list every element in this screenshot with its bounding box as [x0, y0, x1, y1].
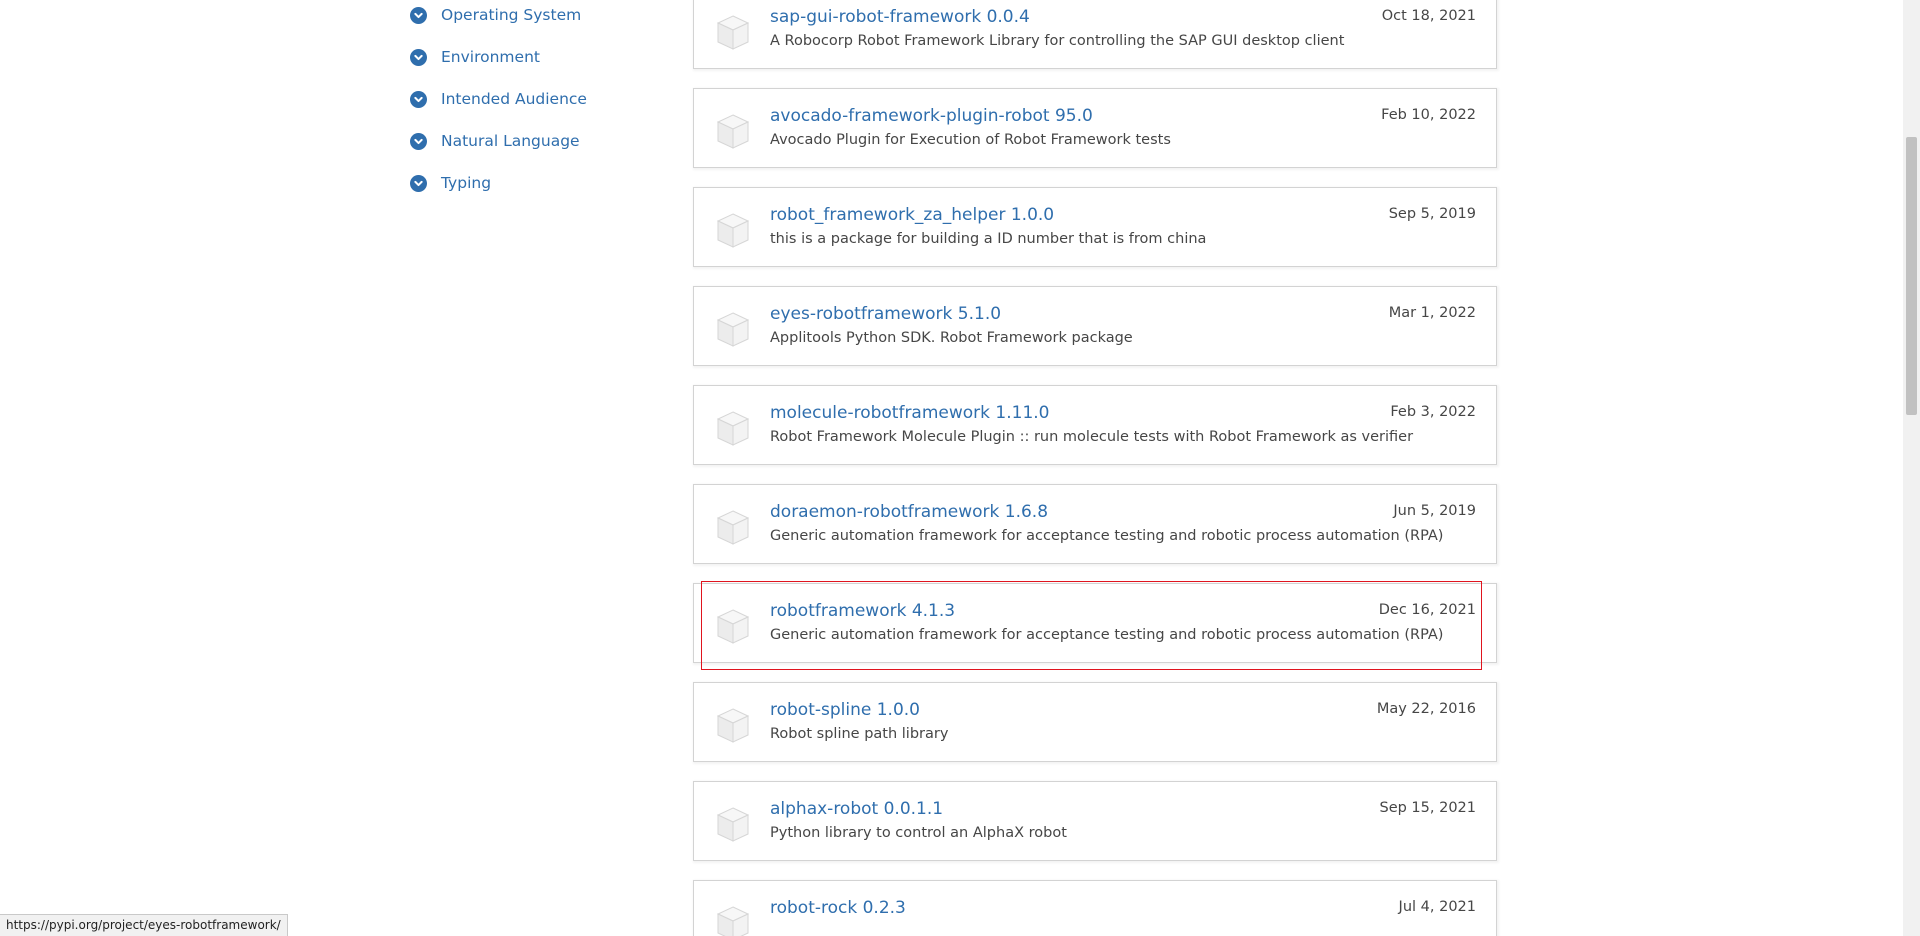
package-box-icon [716, 906, 750, 936]
package-snippet[interactable]: robot_framework_za_helper 1.0.0 this is … [693, 187, 1497, 267]
filter-label: Natural Language [441, 132, 580, 150]
package-box-icon [716, 609, 750, 644]
package-description: Applitools Python SDK. Robot Framework p… [770, 330, 1133, 346]
package-box-icon [716, 312, 750, 347]
package-search-results: sap-gui-robot-framework 0.0.4 A Robocorp… [693, 0, 1497, 936]
chevron-down-circle-icon [410, 6, 427, 24]
package-release-date: May 22, 2016 [1376, 701, 1476, 717]
filter-environment[interactable]: Environment [410, 36, 670, 78]
package-snippet[interactable]: sap-gui-robot-framework 0.0.4 A Robocorp… [693, 0, 1497, 69]
package-snippet[interactable]: robot-rock 0.2.3 Jul 4, 2021 [693, 880, 1497, 936]
package-box-icon [716, 708, 750, 743]
filter-typing[interactable]: Typing [410, 162, 670, 204]
package-name[interactable]: robot-spline 1.0.0 [770, 700, 920, 720]
package-snippet[interactable]: avocado-framework-plugin-robot 95.0 Avoc… [693, 88, 1497, 168]
scrollbar-thumb[interactable] [1906, 137, 1917, 415]
package-description: Python library to control an AlphaX robo… [770, 825, 1067, 841]
package-name[interactable]: avocado-framework-plugin-robot 95.0 [770, 106, 1093, 126]
package-box-icon [716, 213, 750, 248]
package-snippet[interactable]: doraemon-robotframework 1.6.8 Generic au… [693, 484, 1497, 564]
package-name[interactable]: sap-gui-robot-framework 0.0.4 [770, 7, 1030, 27]
package-snippet[interactable]: robotframework 4.1.3 Generic automation … [693, 583, 1497, 663]
package-release-date: Dec 16, 2021 [1378, 602, 1476, 618]
package-release-date: Sep 5, 2019 [1388, 206, 1476, 222]
package-box-icon [716, 510, 750, 545]
package-description: A Robocorp Robot Framework Library for c… [770, 33, 1345, 49]
package-release-date: Sep 15, 2021 [1379, 800, 1476, 816]
package-box-icon [716, 411, 750, 446]
filter-natural-language[interactable]: Natural Language [410, 120, 670, 162]
chevron-down-circle-icon [410, 132, 427, 150]
package-box-icon [716, 807, 750, 842]
package-release-date: Feb 10, 2022 [1381, 107, 1476, 123]
package-name[interactable]: molecule-robotframework 1.11.0 [770, 403, 1049, 423]
package-description: Robot Framework Molecule Plugin :: run m… [770, 429, 1414, 445]
filter-intended-audience[interactable]: Intended Audience [410, 78, 670, 120]
package-description: Robot spline path library [770, 726, 949, 742]
chevron-down-circle-icon [410, 174, 427, 192]
filter-operating-system[interactable]: Operating System [410, 0, 670, 36]
package-snippet[interactable]: molecule-robotframework 1.11.0 Robot Fra… [693, 385, 1497, 465]
package-name[interactable]: doraemon-robotframework 1.6.8 [770, 502, 1048, 522]
package-description: Generic automation framework for accepta… [770, 627, 1444, 643]
page: Operating System Environment Intended Au… [0, 0, 1920, 936]
package-name[interactable]: eyes-robotframework 5.1.0 [770, 304, 1001, 324]
package-name[interactable]: alphax-robot 0.0.1.1 [770, 799, 943, 819]
package-description: this is a package for building a ID numb… [770, 231, 1207, 247]
vertical-scrollbar[interactable] [1903, 0, 1920, 936]
package-name[interactable]: robot_framework_za_helper 1.0.0 [770, 205, 1054, 225]
filter-label: Operating System [441, 6, 582, 24]
package-release-date: Jun 5, 2019 [1393, 503, 1476, 519]
package-snippet[interactable]: robot-spline 1.0.0 Robot spline path lib… [693, 682, 1497, 762]
classifier-filter-list: Operating System Environment Intended Au… [410, 0, 670, 204]
package-description: Generic automation framework for accepta… [770, 528, 1444, 544]
package-snippet[interactable]: eyes-robotframework 5.1.0 Applitools Pyt… [693, 286, 1497, 366]
package-release-date: Jul 4, 2021 [1398, 899, 1476, 915]
package-name[interactable]: robot-rock 0.2.3 [770, 898, 906, 918]
package-release-date: Mar 1, 2022 [1388, 305, 1476, 321]
package-description: Avocado Plugin for Execution of Robot Fr… [770, 132, 1171, 148]
chevron-down-circle-icon [410, 90, 427, 108]
filter-label: Intended Audience [441, 90, 587, 108]
package-snippet[interactable]: alphax-robot 0.0.1.1 Python library to c… [693, 781, 1497, 861]
status-bar-url: https://pypi.org/project/eyes-robotframe… [0, 914, 288, 936]
package-box-icon [716, 114, 750, 149]
filter-label: Environment [441, 48, 540, 66]
filter-label: Typing [441, 174, 492, 192]
package-box-icon [716, 15, 750, 50]
chevron-down-circle-icon [410, 48, 427, 66]
package-name[interactable]: robotframework 4.1.3 [770, 601, 955, 621]
package-release-date: Oct 18, 2021 [1381, 8, 1476, 24]
package-release-date: Feb 3, 2022 [1390, 404, 1476, 420]
